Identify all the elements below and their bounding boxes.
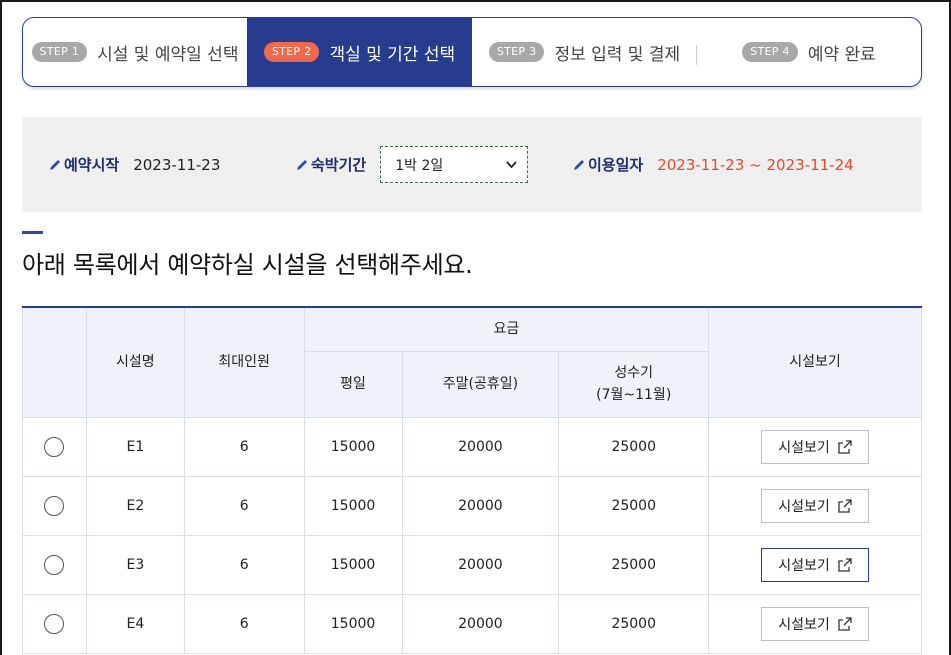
step-2-badge: STEP 2 (263, 42, 320, 62)
max-people: 6 (183, 534, 305, 595)
weekend-header: 주말(공휴일) (401, 350, 560, 418)
facility-name: E2 (85, 475, 185, 536)
facility-view-button-label: 시설보기 (778, 498, 830, 515)
weekend-fee: 20000 (401, 593, 560, 654)
pencil-icon (49, 159, 61, 171)
facility-name-header: 시설명 (85, 306, 185, 418)
table-row: E4 6 15000 20000 25000 시설보기 (22, 593, 922, 654)
step-3-badge: STEP 3 (488, 42, 545, 62)
peak-season-header: 성수기 (7월~11월) (558, 350, 710, 418)
step-2: STEP 2 객실 및 기간 선택 (247, 18, 472, 86)
facility-name: E1 (85, 416, 185, 477)
select-cell (22, 593, 87, 654)
step-1-label: 시설 및 예약일 선택 (97, 44, 239, 65)
facility-view-button[interactable]: 시설보기 (761, 488, 870, 523)
external-link-icon (838, 498, 852, 513)
view-cell: 시설보기 (708, 475, 922, 536)
use-date-value: 2023-11-23 ~ 2023-11-24 (657, 155, 854, 174)
facility-view-button-label: 시설보기 (778, 557, 830, 574)
max-people: 6 (183, 416, 305, 477)
step-1-badge: STEP 1 (31, 42, 88, 62)
facility-name: E4 (85, 593, 185, 654)
peak-season-header-line2: (7월~11월) (596, 387, 672, 403)
peak-fee: 25000 (558, 593, 710, 654)
table-row: E1 6 15000 20000 25000 시설보기 (22, 416, 922, 477)
external-link-icon (838, 616, 852, 631)
facility-table: 시설명 최대인원 요금 시설보기 평일 주말(공휴일) 성수기 (7월~11월)… (22, 306, 922, 654)
facility-radio[interactable] (44, 554, 65, 575)
use-date: 이용일자 2023-11-23 ~ 2023-11-24 (573, 117, 854, 212)
stay-period: 숙박기간 1박 2일 (296, 117, 529, 212)
step-3-label: 정보 입력 및 결제 (554, 44, 681, 65)
max-people-header: 최대인원 (183, 306, 305, 418)
facility-view-button[interactable]: 시설보기 (761, 606, 870, 641)
page-heading: 아래 목록에서 예약하실 시설을 선택해주세요. (22, 251, 473, 279)
reservation-start: 예약시작 2023-11-23 (49, 117, 220, 212)
weekday-fee: 15000 (303, 593, 403, 654)
view-cell: 시설보기 (708, 534, 922, 595)
external-link-icon (838, 439, 852, 454)
weekend-fee: 20000 (401, 534, 560, 595)
facility-radio[interactable] (44, 495, 65, 516)
max-people: 6 (183, 475, 305, 536)
table-row: E2 6 15000 20000 25000 시설보기 (22, 475, 922, 536)
step-1: STEP 1 시설 및 예약일 선택 (23, 18, 247, 86)
stay-period-selected: 1박 2일 (395, 157, 444, 174)
stay-label-text: 숙박기간 (311, 156, 367, 174)
facility-radio[interactable] (44, 613, 65, 634)
peak-season-header-line1: 성수기 (614, 365, 654, 381)
facility-view-button[interactable]: 시설보기 (761, 429, 870, 464)
weekday-fee: 15000 (303, 416, 403, 477)
external-link-icon (838, 557, 852, 572)
facility-view-button-label: 시설보기 (778, 616, 830, 633)
pencil-icon (296, 159, 308, 171)
heading-accent-line (22, 231, 43, 234)
use-date-label: 이용일자 (573, 154, 643, 175)
reservation-start-value: 2023-11-23 (133, 155, 221, 174)
use-label-text: 이용일자 (588, 156, 644, 174)
stay-period-select[interactable]: 1박 2일 (380, 146, 529, 183)
peak-fee: 25000 (558, 416, 710, 477)
facility-view-button-label: 시설보기 (778, 439, 830, 456)
facility-name: E3 (85, 534, 185, 595)
pencil-icon (573, 159, 585, 171)
view-cell: 시설보기 (708, 416, 922, 477)
fee-header: 요금 (303, 306, 710, 352)
max-people: 6 (183, 593, 305, 654)
weekend-fee: 20000 (401, 475, 560, 536)
view-cell: 시설보기 (708, 593, 922, 654)
step-2-label: 객실 및 기간 선택 (329, 44, 456, 65)
step-indicator: STEP 1 시설 및 예약일 선택 STEP 2 객실 및 기간 선택 STE… (22, 17, 922, 87)
select-cell (22, 534, 87, 595)
weekend-fee: 20000 (401, 416, 560, 477)
facility-view-header: 시설보기 (708, 306, 922, 418)
weekday-header: 평일 (303, 350, 403, 418)
peak-fee: 25000 (558, 475, 710, 536)
step-4-badge: STEP 4 (742, 42, 798, 62)
select-column-header (22, 306, 87, 418)
weekday-fee: 15000 (303, 475, 403, 536)
facility-radio[interactable] (44, 436, 65, 457)
peak-fee: 25000 (558, 534, 710, 595)
select-cell (22, 416, 87, 477)
step-3: STEP 3 정보 입력 및 결제 (472, 18, 697, 86)
facility-view-button[interactable]: 시설보기 (761, 547, 870, 582)
weekday-fee: 15000 (303, 534, 403, 595)
select-cell (22, 475, 87, 536)
stay-period-label: 숙박기간 (296, 154, 366, 175)
chevron-down-icon (506, 158, 517, 172)
step-4-label: 예약 완료 (807, 44, 876, 65)
reservation-start-label: 예약시작 (49, 154, 119, 175)
table-row: E3 6 15000 20000 25000 시설보기 (22, 534, 922, 595)
start-label-text: 예약시작 (64, 156, 120, 174)
reservation-info-bar: 예약시작 2023-11-23 숙박기간 1박 2일 이용일자 2023-11-… (22, 117, 922, 212)
step-4: STEP 4 예약 완료 (697, 18, 921, 86)
